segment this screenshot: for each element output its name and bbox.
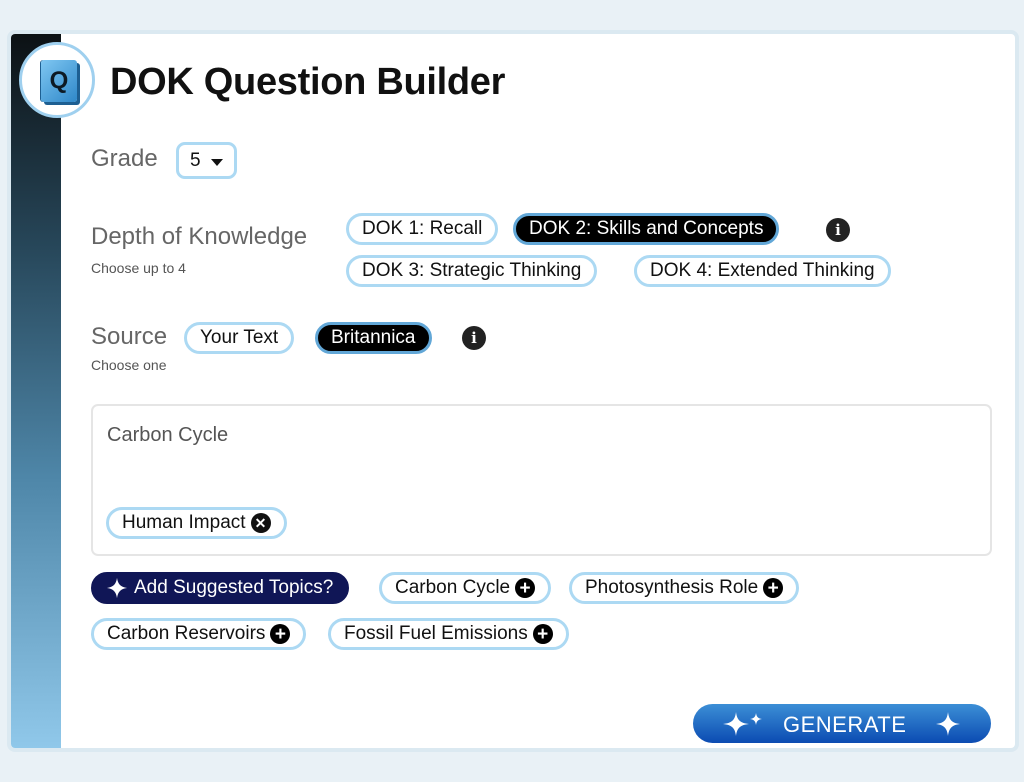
- dok-label: Depth of Knowledge: [91, 223, 308, 250]
- app-logo: Q: [19, 42, 95, 118]
- dok-hint: Choose up to 4: [91, 260, 186, 276]
- dok-option-3[interactable]: DOK 3: Strategic Thinking: [346, 255, 598, 287]
- suggested-topic-label: Carbon Cycle: [395, 577, 511, 598]
- topic-input-box[interactable]: Carbon Cycle Human Impact ✕: [91, 404, 992, 556]
- source-option-britannica[interactable]: Britannica: [315, 322, 432, 354]
- add-suggested-topics-label: Add Suggested Topics?: [134, 577, 334, 598]
- plus-icon: +: [763, 578, 784, 598]
- logo-letter: Q: [49, 67, 69, 94]
- question-builder-card: Q DOK Question Builder Grade 5 Depth of …: [7, 30, 1019, 752]
- sparkle-icon: [936, 712, 960, 736]
- chevron-down-icon: [211, 159, 223, 166]
- dok-option-2[interactable]: DOK 2: Skills and Concepts: [513, 213, 780, 245]
- suggested-topic-label: Fossil Fuel Emissions: [344, 623, 528, 644]
- topic-tag-label: Human Impact: [122, 512, 246, 533]
- grade-select[interactable]: 5: [176, 142, 237, 179]
- close-icon[interactable]: ✕: [250, 513, 271, 533]
- suggested-topic-label: Photosynthesis Role: [585, 577, 759, 598]
- book-icon: Q: [41, 60, 77, 102]
- sparkle-icon: [723, 712, 762, 736]
- suggested-topic-chip[interactable]: Fossil Fuel Emissions +: [328, 618, 569, 650]
- grade-value: 5: [190, 149, 201, 171]
- info-icon[interactable]: i: [826, 218, 850, 242]
- suggested-topic-chip[interactable]: Carbon Cycle +: [379, 572, 552, 604]
- generate-label: GENERATE: [783, 712, 907, 737]
- sidebar-gradient: [11, 34, 61, 748]
- suggested-topic-chip[interactable]: Carbon Reservoirs +: [91, 618, 307, 650]
- info-icon[interactable]: i: [462, 326, 486, 350]
- generate-button[interactable]: GENERATE: [693, 704, 991, 743]
- page-title: DOK Question Builder: [110, 61, 506, 103]
- suggested-topic-chip[interactable]: Photosynthesis Role +: [569, 572, 800, 604]
- add-suggested-topics-button[interactable]: Add Suggested Topics?: [91, 572, 350, 604]
- plus-icon: +: [532, 624, 553, 644]
- suggested-topic-label: Carbon Reservoirs: [107, 623, 266, 644]
- sparkle-icon: [106, 577, 128, 599]
- source-option-your-text[interactable]: Your Text: [184, 322, 295, 354]
- plus-icon: +: [270, 624, 291, 644]
- topic-input-text: Carbon Cycle: [107, 424, 229, 446]
- grade-label: Grade: [91, 145, 158, 172]
- plus-icon: +: [515, 578, 536, 598]
- topic-tag: Human Impact ✕: [106, 507, 287, 539]
- dok-option-4[interactable]: DOK 4: Extended Thinking: [634, 255, 891, 287]
- dok-option-1[interactable]: DOK 1: Recall: [346, 213, 499, 245]
- source-hint: Choose one: [91, 357, 167, 373]
- source-label: Source: [91, 323, 168, 350]
